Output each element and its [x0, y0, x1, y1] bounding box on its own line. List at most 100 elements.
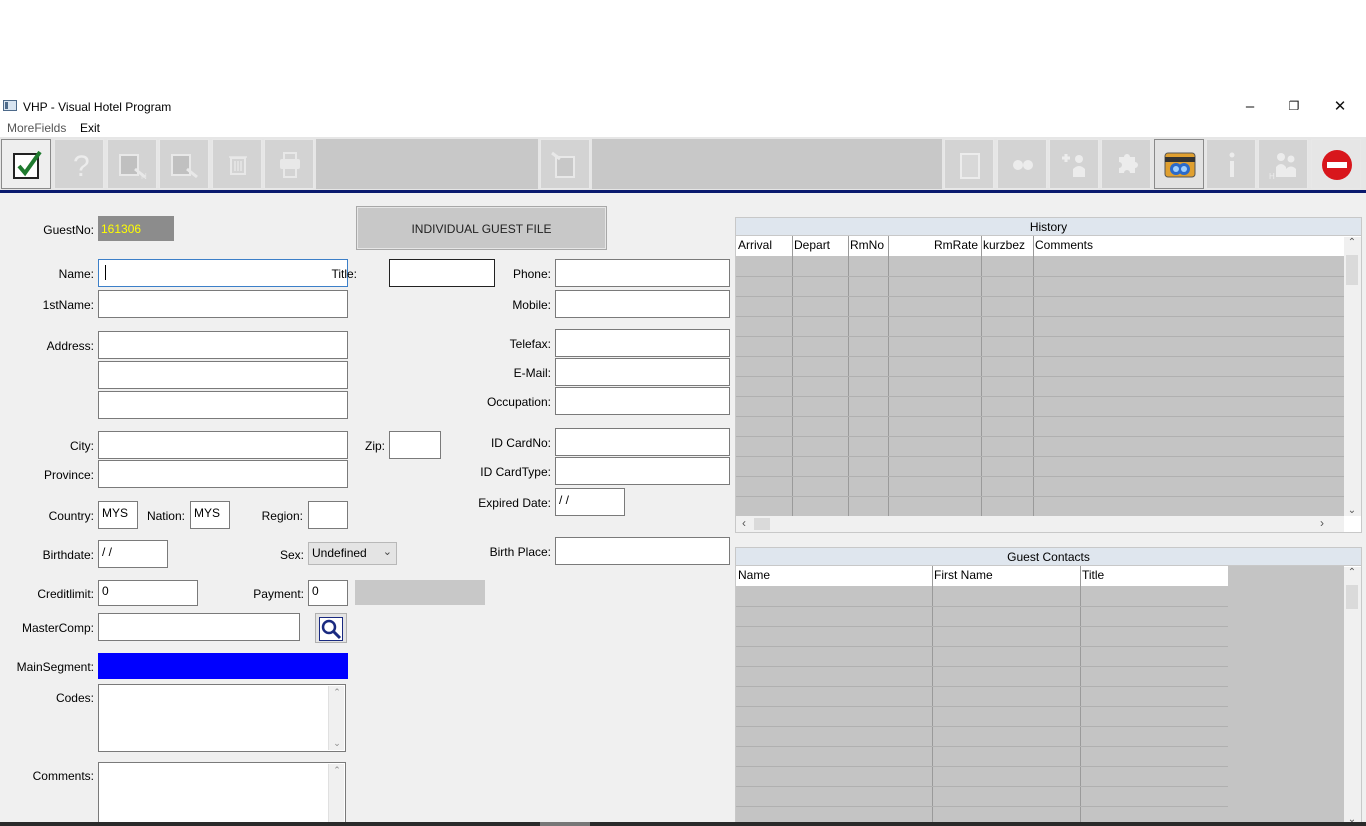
document-button[interactable] [540, 139, 590, 189]
idcardno-input[interactable] [555, 428, 730, 456]
membership-card-button[interactable] [1154, 139, 1204, 189]
birthplace-input[interactable] [555, 537, 730, 565]
address-line3-input[interactable] [98, 391, 348, 419]
history-grid[interactable]: History Arrival Depart RmNo RmRate kurzb… [735, 217, 1362, 533]
chevron-left-icon[interactable]: ‹ [736, 516, 752, 530]
contacts-vscrollbar[interactable]: ⌃ ⌄ [1344, 567, 1361, 825]
page-button[interactable] [944, 139, 994, 189]
toolbar-panel-left [316, 139, 538, 189]
chevron-up-icon[interactable]: ⌃ [1344, 237, 1360, 248]
chevron-down-icon[interactable]: ⌄ [329, 738, 345, 749]
chevron-down-icon: ⌄ [382, 546, 392, 558]
minimize-button[interactable]: – [1228, 96, 1272, 117]
sex-select-value: Undefined [312, 546, 367, 560]
individual-guest-file-button[interactable]: INDIVIDUAL GUEST FILE [356, 206, 607, 250]
payment-label: Payment: [253, 587, 304, 601]
city-input[interactable] [98, 431, 348, 459]
restore-button[interactable]: ❐ [1272, 96, 1316, 117]
binoculars-button[interactable] [997, 139, 1047, 189]
province-input[interactable] [98, 460, 348, 488]
mastercomp-search-button[interactable] [315, 613, 347, 643]
sex-select[interactable]: Undefined ⌄ [308, 542, 397, 565]
info-button[interactable] [1206, 139, 1256, 189]
history-col-arrival[interactable]: Arrival [736, 236, 772, 255]
birthdate-input[interactable]: / / [98, 540, 168, 568]
telefax-input[interactable] [555, 329, 730, 357]
print-button[interactable] [264, 139, 314, 189]
search-button[interactable] [159, 139, 209, 189]
history-col-comments[interactable]: Comments [1033, 236, 1093, 255]
puzzle-icon [1119, 154, 1138, 173]
exit-button[interactable] [1311, 139, 1361, 189]
menu-exit[interactable]: Exit [80, 121, 100, 135]
puzzle-button[interactable] [1101, 139, 1151, 189]
contacts-caption: Guest Contacts [736, 548, 1361, 566]
scroll-thumb[interactable] [754, 518, 770, 530]
occupation-input[interactable] [555, 387, 730, 415]
city-label: City: [70, 439, 94, 453]
taskbar-edge [0, 822, 1366, 826]
phone-input[interactable] [555, 259, 730, 287]
guest-history-button[interactable]: H [1258, 139, 1308, 189]
codes-textarea[interactable]: ⌃ ⌄ [98, 684, 346, 752]
chevron-up-icon[interactable]: ⌃ [1344, 567, 1360, 578]
app-icon [3, 100, 17, 111]
email-input[interactable] [555, 358, 730, 386]
add-guest-button[interactable] [1049, 139, 1099, 189]
help-button[interactable]: ? [54, 139, 104, 189]
creditlimit-label: Creditlimit: [37, 587, 94, 601]
text-caret [105, 265, 106, 280]
chevron-up-icon[interactable]: ⌃ [329, 687, 345, 698]
comments-label: Comments: [32, 769, 94, 783]
mainsegment-select[interactable] [98, 653, 348, 679]
contacts-empty-area [1228, 566, 1344, 826]
history-col-kurzbez[interactable]: kurzbez [981, 236, 1025, 255]
codes-scrollbar[interactable]: ⌃ ⌄ [328, 686, 344, 750]
creditlimit-input[interactable]: 0 [98, 580, 198, 606]
chevron-down-icon[interactable]: ⌄ [1344, 505, 1360, 516]
contacts-col-firstname[interactable]: First Name [932, 566, 993, 585]
scroll-thumb[interactable] [1346, 255, 1358, 285]
expired-date-input[interactable]: / / [555, 488, 625, 516]
address-line1-input[interactable] [98, 331, 348, 359]
country-input[interactable]: MYS [98, 501, 138, 529]
payment-display [355, 580, 485, 605]
delete-button[interactable] [212, 139, 262, 189]
idcardtype-input[interactable] [555, 457, 730, 485]
menu-morefields[interactable]: MoreFields [7, 121, 66, 135]
new-button[interactable]: N [107, 139, 157, 189]
title-input[interactable] [389, 259, 495, 287]
contacts-rows[interactable] [736, 566, 1228, 826]
history-col-rmrate[interactable]: RmRate [932, 236, 978, 255]
email-label: E-Mail: [513, 366, 551, 380]
chevron-up-icon[interactable]: ⌃ [329, 765, 345, 776]
close-button[interactable]: ✕ [1318, 96, 1362, 117]
address-line2-input[interactable] [98, 361, 348, 389]
membership-card-icon [1164, 152, 1196, 178]
payment-input[interactable]: 0 [308, 580, 348, 606]
contacts-col-name[interactable]: Name [736, 566, 770, 585]
nation-input[interactable]: MYS [190, 501, 230, 529]
guest-contacts-grid[interactable]: Guest Contacts Name First Name Title ⌃ ⌄ [735, 547, 1362, 826]
save-button[interactable] [1, 139, 51, 189]
history-hscrollbar[interactable]: ‹ › [736, 516, 1344, 532]
name-input[interactable] [98, 259, 348, 287]
firstname-input[interactable] [98, 290, 348, 318]
exit-icon [1322, 150, 1352, 180]
history-col-rmno[interactable]: RmNo [848, 236, 884, 255]
history-col-depart[interactable]: Depart [792, 236, 830, 255]
guest-history-icon: H [1269, 153, 1296, 181]
history-rows[interactable] [736, 236, 1344, 516]
trash-icon [229, 156, 247, 175]
region-input[interactable] [308, 501, 348, 529]
chevron-right-icon[interactable]: › [1314, 516, 1330, 530]
zip-input[interactable] [389, 431, 441, 459]
mastercomp-input[interactable] [98, 613, 300, 641]
mobile-input[interactable] [555, 290, 730, 318]
history-vscrollbar[interactable]: ⌃ ⌄ [1344, 237, 1361, 516]
svg-text:?: ? [73, 150, 90, 181]
scroll-thumb[interactable] [1346, 585, 1358, 609]
comments-scrollbar[interactable]: ⌃ [328, 764, 344, 825]
contacts-col-title[interactable]: Title [1080, 566, 1104, 585]
comments-textarea[interactable]: ⌃ [98, 762, 346, 826]
